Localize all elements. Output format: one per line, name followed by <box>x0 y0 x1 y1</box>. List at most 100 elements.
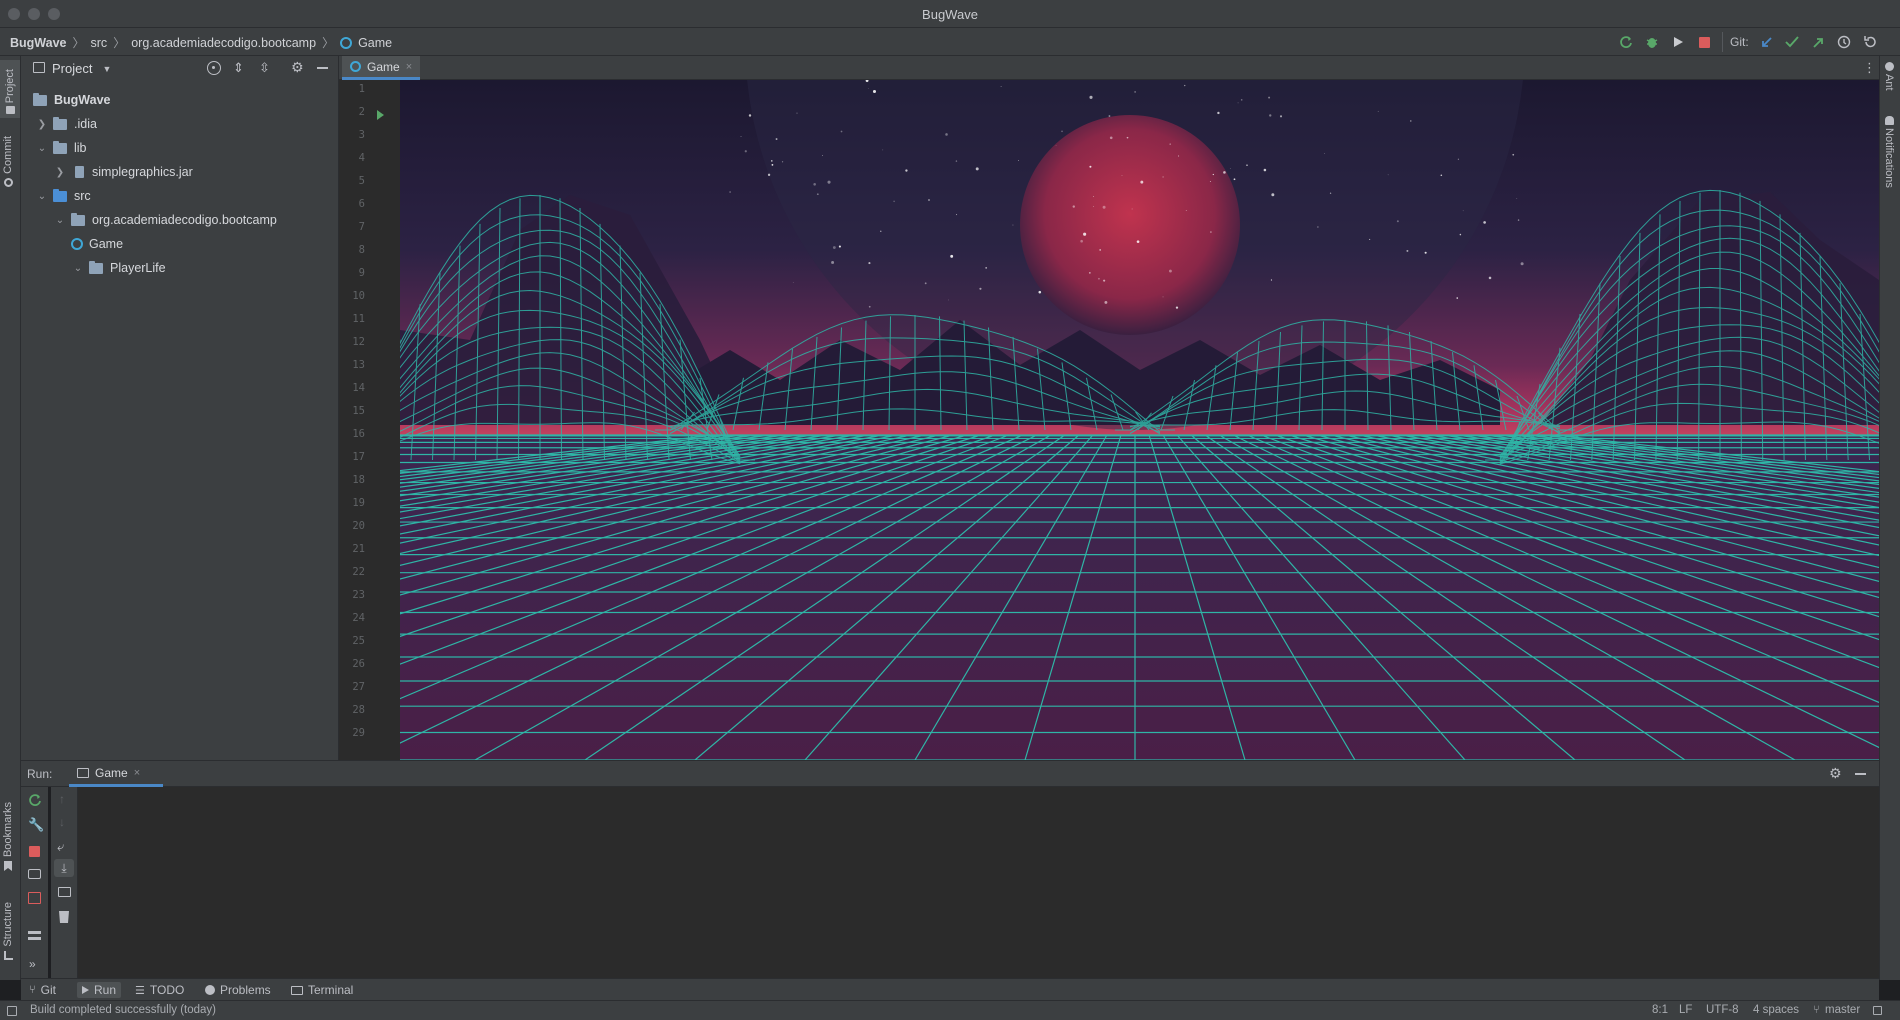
java-class-icon <box>71 238 83 250</box>
chevron-right-icon[interactable]: ❯ <box>35 119 49 130</box>
breadcrumb-folder[interactable]: src <box>91 36 108 50</box>
notifications-tool-label: Notifications <box>1883 128 1895 188</box>
tree-item-idea-folder[interactable]: ❯ .idia <box>21 112 339 136</box>
breadcrumb-file[interactable]: Game <box>358 36 392 50</box>
gear-icon[interactable]: ⚙ <box>1829 765 1842 782</box>
chevron-right-icon: 〉 <box>322 36 335 50</box>
chevron-down-icon[interactable]: ⌄ <box>35 191 49 202</box>
star <box>1140 180 1144 184</box>
wrench-icon[interactable]: 🔧 <box>28 817 44 833</box>
status-message[interactable]: Build completed successfully (today) <box>30 1004 216 1016</box>
chevron-down-icon[interactable]: ⌄ <box>71 263 85 274</box>
file-encoding[interactable]: UTF-8 <box>1706 1004 1739 1016</box>
star <box>1099 249 1101 251</box>
collapse-all-icon[interactable]: ⇳ <box>259 60 270 76</box>
arrow-down-icon[interactable]: ↓ <box>59 815 65 829</box>
commit-tool-button[interactable]: Commit <box>2 136 14 187</box>
scroll-to-end-icon[interactable]: ⤓ <box>54 859 74 877</box>
line-number: 22 <box>352 566 365 578</box>
terminal-icon <box>291 985 303 995</box>
close-icon[interactable]: × <box>406 61 412 73</box>
tab-game[interactable]: Game × <box>342 56 420 80</box>
chevron-down-icon[interactable]: ⌄ <box>35 143 49 154</box>
bookmarks-tool-button[interactable]: Bookmarks <box>2 802 14 872</box>
run-label: Run: <box>27 767 53 781</box>
caret-position[interactable]: 8:1 <box>1652 1004 1668 1016</box>
close-icon[interactable]: × <box>134 767 140 779</box>
tree-item-project-root[interactable]: BugWave <box>21 88 339 112</box>
line-number: 28 <box>352 704 365 716</box>
layout-icon[interactable] <box>28 931 41 940</box>
star <box>1072 205 1075 208</box>
project-view-selector[interactable]: Project ▼ <box>52 61 111 76</box>
structure-icon <box>3 950 13 960</box>
gear-icon[interactable]: ⚙ <box>291 59 304 76</box>
lock-icon[interactable] <box>1873 1006 1882 1015</box>
chevron-down-icon[interactable]: ⌄ <box>53 215 67 226</box>
run-console-output[interactable] <box>78 787 1879 978</box>
run-tab-game[interactable]: Game × <box>69 761 163 787</box>
run-gutter-icon[interactable] <box>377 110 384 120</box>
stop-icon[interactable] <box>1694 32 1714 52</box>
terminal-tool-button[interactable]: Terminal <box>291 982 353 998</box>
hide-panel-icon[interactable] <box>1855 773 1866 775</box>
more-tools-icon[interactable]: » <box>29 957 36 971</box>
star <box>1377 110 1379 112</box>
hide-panel-icon[interactable] <box>317 67 328 69</box>
camera-icon[interactable] <box>28 869 41 879</box>
project-tool-label: Project <box>4 68 16 103</box>
star <box>1012 224 1014 226</box>
problems-tool-button[interactable]: Problems <box>205 982 271 998</box>
expand-all-icon[interactable]: ⇕ <box>233 60 244 76</box>
star <box>1178 155 1180 157</box>
git-update-icon[interactable] <box>1756 32 1776 52</box>
exit-icon[interactable] <box>28 892 41 904</box>
history-icon[interactable] <box>1834 32 1854 52</box>
chevron-right-icon: 〉 <box>72 36 85 50</box>
debug-icon[interactable] <box>1642 32 1662 52</box>
line-number: 15 <box>352 405 365 417</box>
tree-item-package[interactable]: ⌄ org.academiadecodigo.bootcamp <box>21 208 339 232</box>
arrow-up-icon[interactable]: ↑ <box>59 792 65 806</box>
breadcrumb-project[interactable]: BugWave <box>10 36 67 50</box>
tree-item-label: Game <box>89 237 124 251</box>
rerun-icon[interactable] <box>1616 32 1636 52</box>
git-commit-icon[interactable] <box>1782 32 1802 52</box>
ant-tool-button[interactable]: Ant <box>1883 62 1895 91</box>
tree-item-game-class[interactable]: Game <box>21 232 339 256</box>
tree-item-jar[interactable]: ❯ simplegraphics.jar <box>21 160 339 184</box>
line-number: 10 <box>352 290 365 302</box>
git-branch[interactable]: master <box>1825 1004 1860 1016</box>
soft-wrap-icon[interactable]: ⤶ <box>57 839 64 855</box>
rerun-icon[interactable] <box>28 793 42 807</box>
git-tool-button[interactable]: ⑂ Git <box>29 982 56 998</box>
tree-item-lib-folder[interactable]: ⌄ lib <box>21 136 339 160</box>
project-panel-header: Project ▼ ⇕ ⇳ ⚙ <box>21 56 339 80</box>
star <box>821 155 823 156</box>
star <box>775 138 778 141</box>
run-icon[interactable] <box>1668 32 1688 52</box>
notifications-tool-button[interactable]: Notifications <box>1883 116 1895 188</box>
run-tool-button[interactable]: Run <box>77 982 122 998</box>
print-icon[interactable] <box>58 887 71 897</box>
chevron-right-icon[interactable]: ❯ <box>53 167 67 178</box>
tree-item-src-folder[interactable]: ⌄ src <box>21 184 339 208</box>
structure-tool-button[interactable]: Structure <box>2 902 14 960</box>
run-tab-label: Game <box>95 765 128 780</box>
indentation[interactable]: 4 spaces <box>1753 1004 1799 1016</box>
breadcrumb-package[interactable]: org.academiadecodigo.bootcamp <box>131 36 316 50</box>
star <box>1134 91 1136 93</box>
stop-icon[interactable] <box>29 846 40 857</box>
line-number: 23 <box>352 589 365 601</box>
more-options-icon[interactable]: ⋮ <box>1863 61 1876 74</box>
todo-tool-button[interactable]: ☰ TODO <box>135 982 184 998</box>
git-push-icon[interactable] <box>1808 32 1828 52</box>
trash-icon[interactable] <box>59 911 69 923</box>
rollback-icon[interactable] <box>1860 32 1880 52</box>
tree-item-playerlife[interactable]: ⌄ PlayerLife <box>21 256 339 280</box>
select-opened-file-icon[interactable] <box>207 61 221 75</box>
tool-windows-toggle-icon[interactable] <box>7 1006 17 1016</box>
project-tool-button[interactable]: Project <box>0 60 20 118</box>
package-icon <box>89 260 103 274</box>
line-ending[interactable]: LF <box>1679 1004 1692 1016</box>
